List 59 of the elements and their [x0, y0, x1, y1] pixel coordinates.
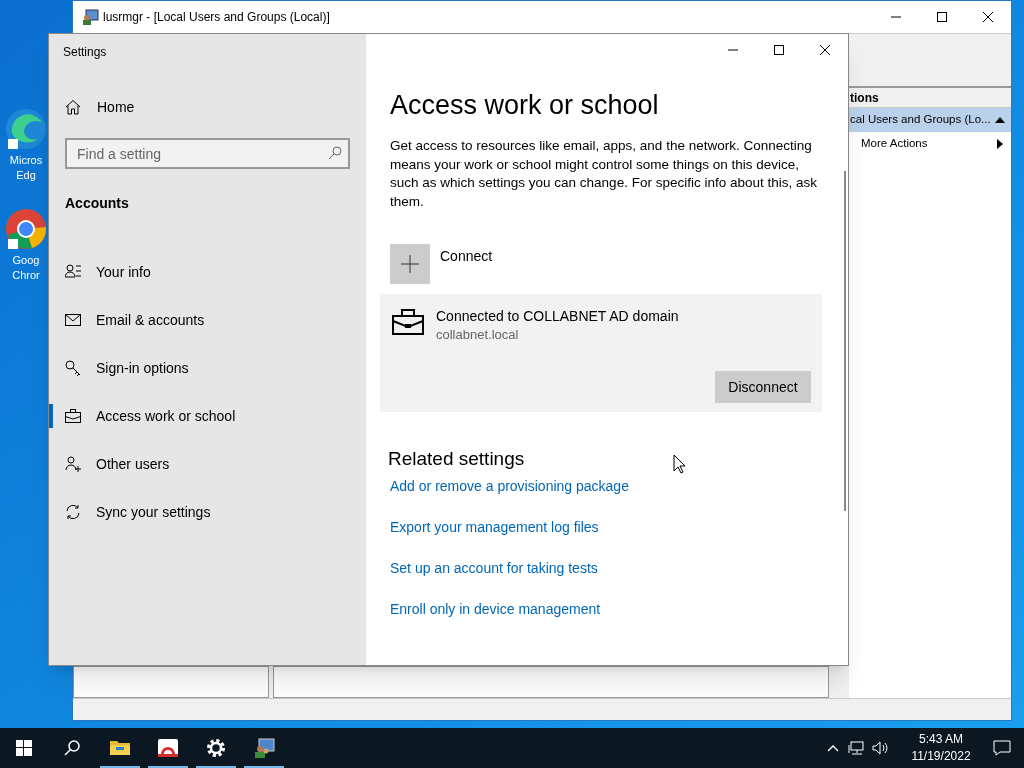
- description: Get access to resources like email, apps, and the network. Connecting means your work or school might control some things on this device, such as which settings you can change. For specific info about this, ask them.: [390, 137, 818, 211]
- window-title: Settings: [62, 44, 108, 61]
- caret-up-icon: [827, 744, 839, 752]
- desktop-icon-label: Edg: [15, 168, 37, 183]
- desktop-icon-label: Goog: [12, 253, 40, 268]
- settings-link[interactable]: Export your management log files: [390, 517, 599, 538]
- plus-icon: [401, 255, 419, 273]
- actions-header: tions: [850, 89, 879, 107]
- clock[interactable]: 5:43 AM 11/19/2022: [902, 731, 980, 765]
- submenu-icon: [995, 139, 1005, 149]
- sync-icon: [65, 504, 81, 520]
- search-icon: [328, 146, 342, 160]
- person-list-icon: [65, 264, 81, 280]
- settings-link[interactable]: Set up an account for taking tests: [390, 558, 598, 579]
- account-subtitle: collabnet.local: [436, 326, 519, 344]
- search-field[interactable]: Find a setting: [65, 138, 350, 169]
- scrollbar[interactable]: [844, 171, 846, 511]
- briefcase-icon: [65, 408, 81, 424]
- disconnect-button[interactable]: Disconnect: [715, 371, 811, 403]
- nav-item[interactable]: Sync your settings: [49, 488, 366, 536]
- notification-icon: [993, 740, 1011, 756]
- account-title: Connected to COLLABNET AD domain: [436, 307, 679, 326]
- action-item[interactable]: More Actions: [849, 132, 1011, 156]
- account-card[interactable]: Connected to COLLABNET AD domain collabnet.local Disconnect: [380, 294, 822, 412]
- users-app-icon: [81, 8, 99, 26]
- close-icon: [983, 12, 993, 22]
- app-icon: [157, 737, 179, 759]
- person-add-icon: [65, 456, 81, 472]
- maximize-icon: [937, 12, 947, 22]
- action-item[interactable]: cal Users and Groups (Lo...: [849, 108, 1011, 132]
- settings-link[interactable]: Enroll only in device management: [390, 599, 601, 620]
- network-icon: [848, 741, 864, 755]
- page-heading: Access work or school: [390, 89, 660, 122]
- users-app-icon: [253, 737, 275, 759]
- collapse-icon: [995, 115, 1005, 125]
- mouse-pointer-icon: [673, 454, 686, 474]
- connect-button[interactable]: Connect: [390, 244, 822, 284]
- key-icon: [65, 360, 81, 376]
- gear-icon: [205, 737, 227, 759]
- desktop-icon-label: Micros: [9, 153, 43, 168]
- section-heading: Accounts: [64, 194, 130, 213]
- search-icon: [64, 740, 80, 756]
- home-link[interactable]: Home: [49, 90, 366, 124]
- mail-icon: [65, 312, 81, 328]
- windows-icon: [16, 740, 32, 756]
- nav-item[interactable]: Email & accounts: [49, 296, 366, 344]
- briefcase-icon: [392, 309, 424, 335]
- nav-item[interactable]: Access work or school: [49, 392, 366, 440]
- nav-item[interactable]: Sign-in options: [49, 344, 366, 392]
- volume-icon: [872, 741, 890, 755]
- desktop-icon-label: Chror: [12, 268, 40, 283]
- settings-link[interactable]: Add or remove a provisioning package: [390, 476, 629, 497]
- maximize-icon: [774, 45, 784, 55]
- nav-item[interactable]: Your info: [49, 248, 366, 296]
- section-heading: Related settings: [388, 447, 525, 471]
- nav-item[interactable]: Other users: [49, 440, 366, 488]
- close-icon: [820, 45, 830, 55]
- window-title: lusrmgr - [Local Users and Groups (Local)]: [103, 9, 330, 26]
- home-icon: [65, 99, 81, 115]
